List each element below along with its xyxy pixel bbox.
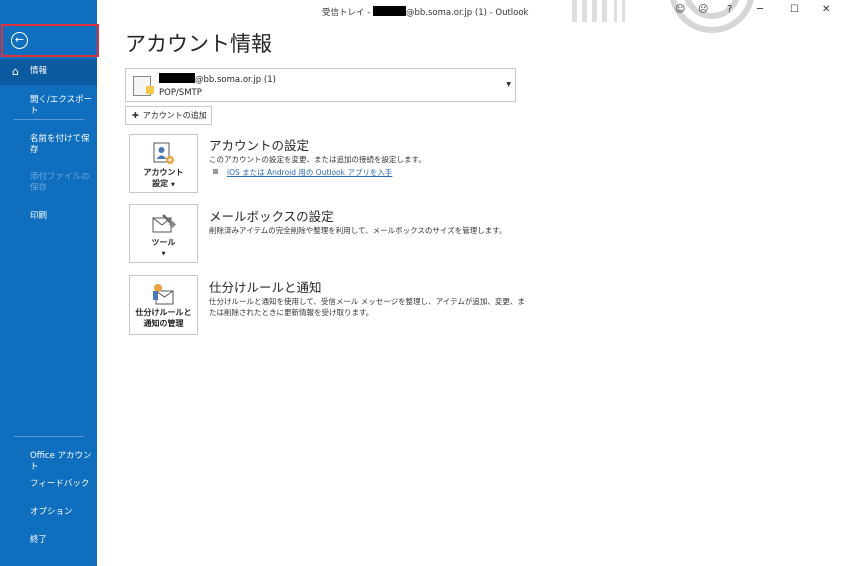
- sidebar-item-label: Office アカウント: [30, 451, 92, 472]
- sidebar-item-label: 情報: [30, 66, 48, 76]
- plus-icon: ✚: [132, 111, 139, 120]
- tile-label: アカウント: [143, 168, 184, 177]
- account-name-suffix: @bb.soma.or.jp (1): [195, 75, 276, 85]
- back-arrow-icon: ←: [11, 32, 28, 49]
- sidebar-item-open-export[interactable]: 開く/エクスポート: [0, 95, 97, 117]
- add-account-label: アカウントの追加: [142, 111, 207, 120]
- tile-label: 通知の管理: [143, 319, 184, 328]
- section-description: 仕分けルールと通知を使用して、受信メール メッセージを整理し、アイテムが追加、変…: [209, 296, 525, 318]
- get-outlook-app-link[interactable]: iOS または Android 用の Outlook アプリを入手: [227, 168, 392, 177]
- section-title: メールボックスの設定: [209, 209, 334, 224]
- section-title: 仕分けルールと通知: [209, 280, 322, 295]
- window-title: 受信トレイ - @bb.soma.or.jp (1) - Outlook: [322, 6, 528, 18]
- bullet-icon: [213, 169, 218, 174]
- section-title: アカウントの設定: [209, 138, 310, 153]
- close-button[interactable]: ✕: [822, 4, 830, 15]
- tools-icon: [152, 214, 176, 233]
- sidebar-item-label: 添付ファイルの保存: [30, 172, 90, 193]
- frown-icon[interactable]: ☹: [698, 4, 708, 15]
- tile-label-line2: 設定: [152, 179, 169, 188]
- tile-label: 仕分けルールと: [135, 308, 192, 317]
- title-suffix: @bb.soma.or.jp (1) - Outlook: [405, 8, 529, 18]
- sidebar-item-label: 終了: [30, 535, 48, 545]
- sidebar-item-office-account[interactable]: Office アカウント: [0, 451, 97, 473]
- section-description: 削除済みアイテムの完全削除や整理を利用して、メールボックスのサイズを管理します。: [209, 226, 507, 235]
- sidebar-divider: [14, 436, 84, 437]
- sidebar-item-print[interactable]: 印刷: [0, 211, 97, 222]
- redaction-block: [159, 73, 195, 83]
- title-bar: 受信トレイ - @bb.soma.or.jp (1) - Outlook ☺ ☹…: [97, 0, 843, 33]
- sidebar-item-label: 名前を付けて保存: [30, 134, 90, 155]
- section-description: このアカウントの設定を変更、または追加の接続を設定します。: [209, 155, 426, 164]
- account-selector[interactable]: @bb.soma.or.jp (1) POP/SMTP ▼: [125, 68, 516, 102]
- add-account-button[interactable]: ✚ アカウントの追加: [125, 106, 212, 125]
- sidebar-item-save-attachments: 添付ファイルの保存: [0, 172, 92, 194]
- account-settings-icon: [153, 142, 174, 164]
- backstage-sidebar: ← ⌂ 情報 開く/エクスポート 名前を付けて保存 添付ファイルの保存 印刷 O…: [0, 0, 99, 566]
- chevron-down-icon: ▼: [506, 81, 511, 88]
- smile-icon[interactable]: ☺: [675, 4, 685, 15]
- description-line-1: 仕分けルールと通知を使用して、受信メール メッセージを整理し、アイテムが追加、変…: [209, 297, 525, 306]
- tile-label: 設定 ▼: [130, 178, 197, 191]
- sidebar-item-label: オプション: [30, 507, 73, 517]
- account-name: @bb.soma.or.jp (1): [159, 73, 276, 85]
- sidebar-item-options[interactable]: オプション: [0, 507, 97, 518]
- sidebar-item-info[interactable]: ⌂ 情報: [0, 59, 97, 85]
- description-line-2: たは削除されたときに更新情報を受け取ります。: [209, 308, 374, 317]
- sidebar-item-label: 印刷: [30, 211, 48, 221]
- sidebar-item-label: フィードバック: [30, 479, 90, 489]
- email-account-icon: [133, 76, 154, 96]
- chevron-down-icon: ▼: [161, 251, 166, 257]
- restore-button[interactable]: ☐: [790, 4, 799, 15]
- chevron-down-icon: ▼: [170, 182, 175, 188]
- get-outlook-app-link-row: iOS または Android 用の Outlook アプリを入手: [213, 167, 392, 178]
- sidebar-item-save-as[interactable]: 名前を付けて保存: [0, 134, 92, 156]
- tools-button[interactable]: ツール ▼: [129, 204, 198, 263]
- sidebar-item-exit[interactable]: 終了: [0, 535, 97, 546]
- help-button[interactable]: ?: [727, 4, 732, 15]
- account-type: POP/SMTP: [159, 88, 202, 98]
- manage-rules-alerts-button[interactable]: 仕分けルールと 通知の管理: [129, 275, 198, 335]
- sidebar-item-label: 開く/エクスポート: [30, 95, 93, 116]
- home-icon: ⌂: [12, 65, 19, 78]
- account-settings-button[interactable]: アカウント 設定 ▼: [129, 134, 198, 193]
- sidebar-divider: [14, 119, 84, 120]
- back-button[interactable]: ←: [1, 24, 99, 57]
- redaction-block: [372, 6, 406, 16]
- minimize-button[interactable]: ─: [757, 4, 763, 15]
- background-decoration: [572, 0, 754, 33]
- page-title: アカウント情報: [125, 32, 272, 56]
- title-prefix: 受信トレイ -: [322, 8, 373, 18]
- sidebar-item-feedback[interactable]: フィードバック: [0, 479, 97, 490]
- rules-alerts-icon: [153, 284, 174, 305]
